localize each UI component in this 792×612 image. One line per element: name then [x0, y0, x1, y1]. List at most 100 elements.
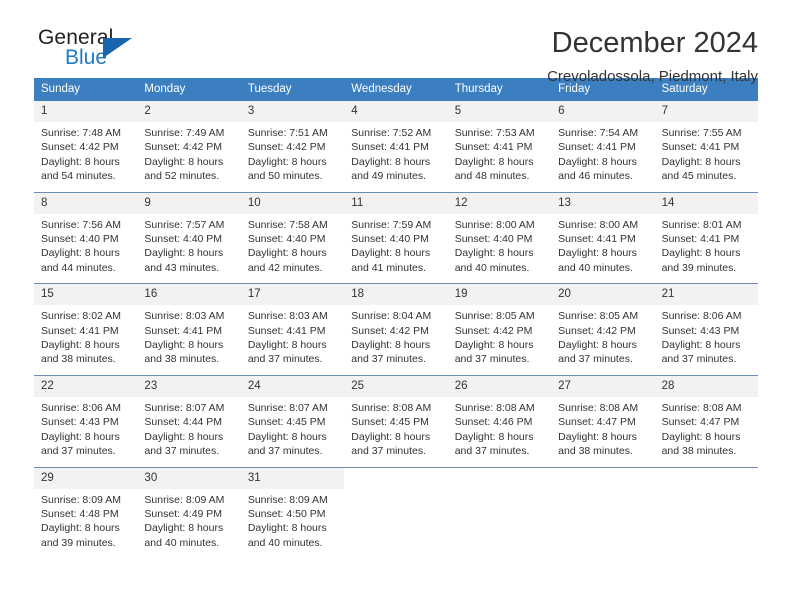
sunset-text: Sunset: 4:43 PM: [661, 324, 740, 337]
sunrise-text: Sunrise: 8:09 AM: [41, 493, 121, 506]
calendar-day-cell[interactable]: 18 Sunrise: 8:04 AM Sunset: 4:42 PM Dayligh…: [344, 284, 448, 367]
calendar-day-cell-empty: [447, 467, 552, 551]
weekday-tuesday: Tuesday: [247, 83, 292, 95]
daylight-text-line1: Daylight: 8 hours: [41, 522, 120, 535]
sunrise-text: Sunrise: 8:07 AM: [144, 401, 225, 414]
sunset-text: Sunset: 4:42 PM: [41, 141, 119, 154]
calendar-day-cell[interactable]: 16 Sunrise: 8:03 AM Sunset: 4:41 PM Dayligh…: [137, 284, 241, 367]
calendar-day-cell[interactable]: 5 Sunrise: 7:53 AM Sunset: 4:41 PM Daylight…: [447, 101, 552, 184]
day-number: 3: [240, 101, 345, 122]
sunset-text: Sunset: 4:41 PM: [247, 324, 326, 337]
calendar-week-row: 8 Sunrise: 7:56 AM Sunset: 4:40 PM Daylight…: [34, 191, 758, 276]
sunrise-text: Sunrise: 8:09 AM: [144, 493, 225, 506]
sunrise-text: Sunrise: 7:52 AM: [351, 127, 432, 139]
calendar-day-cell[interactable]: 30 Sunrise: 8:09 AM Sunset: 4:49 PM Dayligh…: [137, 467, 241, 551]
calendar-day-cell[interactable]: 7 Sunrise: 7:55 AM Sunset: 4:41 PM Daylight…: [654, 101, 758, 184]
day-number: [551, 467, 655, 489]
daylight-text-line1: Daylight: 8 hours: [247, 155, 327, 168]
weekday-saturday: Saturday: [661, 83, 708, 95]
calendar-day-cell[interactable]: 23 Sunrise: 8:07 AM Sunset: 4:44 PM Dayligh…: [137, 375, 241, 459]
sunset-text: Sunset: 4:47 PM: [661, 416, 740, 429]
daylight-text-line1: Daylight: 8 hours: [144, 430, 224, 443]
sunrise-text: Sunrise: 8:00 AM: [558, 218, 639, 231]
calendar-day-cell[interactable]: 20 Sunrise: 8:05 AM Sunset: 4:42 PM Dayligh…: [551, 284, 655, 367]
calendar-day-cell[interactable]: 12 Sunrise: 8:00 AM Sunset: 4:40 PM Dayligh…: [447, 192, 552, 276]
calendar-day-cell[interactable]: 3 Sunrise: 7:51 AM Sunset: 4:42 PM Daylight…: [240, 101, 345, 184]
sunset-text: Sunset: 4:41 PM: [351, 141, 429, 154]
sunrise-text: Sunrise: 8:03 AM: [247, 310, 328, 323]
sunrise-text: Sunrise: 8:08 AM: [454, 401, 535, 414]
calendar-day-cell[interactable]: 2 Sunrise: 7:49 AM Sunset: 4:42 PM Daylight…: [137, 101, 241, 184]
daylight-text-line1: Daylight: 8 hours: [454, 247, 534, 260]
sunrise-text: Sunrise: 7:48 AM: [41, 127, 121, 139]
day-number: 27: [551, 375, 655, 397]
calendar-day-cell[interactable]: 28 Sunrise: 8:08 AM Sunset: 4:47 PM Dayligh…: [654, 375, 758, 459]
sunset-text: Sunset: 4:41 PM: [558, 141, 636, 154]
calendar-week-row: 22 Sunrise: 8:06 AM Sunset: 4:43 PM Dayligh…: [34, 374, 758, 459]
daylight-text-line1: Daylight: 8 hours: [661, 339, 741, 352]
sunrise-text: Sunrise: 7:56 AM: [41, 218, 121, 231]
day-number: 19: [447, 284, 552, 306]
daylight-text-line2: and 38 minutes.: [558, 445, 633, 458]
calendar-day-cell[interactable]: 31 Sunrise: 8:09 AM Sunset: 4:50 PM Dayligh…: [240, 467, 345, 551]
sunset-text: Sunset: 4:40 PM: [41, 233, 119, 246]
calendar-day-cell[interactable]: 6 Sunrise: 7:54 AM Sunset: 4:41 PM Daylight…: [551, 101, 655, 184]
sunrise-text: Sunrise: 7:57 AM: [144, 218, 225, 231]
calendar-day-cell[interactable]: 29 Sunrise: 8:09 AM Sunset: 4:48 PM Dayligh…: [34, 467, 138, 551]
daylight-text-line1: Daylight: 8 hours: [661, 430, 741, 443]
calendar-day-cell[interactable]: 1 Sunrise: 7:48 AM Sunset: 4:42 PM Daylight…: [34, 101, 138, 184]
calendar-day-cell[interactable]: 21 Sunrise: 8:06 AM Sunset: 4:43 PM Dayligh…: [654, 284, 758, 367]
sunset-text: Sunset: 4:41 PM: [454, 141, 533, 154]
sunrise-text: Sunrise: 8:02 AM: [41, 310, 121, 323]
calendar-day-cell[interactable]: 22 Sunrise: 8:06 AM Sunset: 4:43 PM Dayligh…: [34, 375, 138, 459]
day-details: Sunrise: 8:06 AM Sunset: 4:43 PM Daylight:…: [655, 305, 758, 367]
page-title: December 2024: [551, 27, 758, 59]
day-details: Sunrise: 7:51 AM Sunset: 4:42 PM Daylight:…: [241, 122, 344, 184]
calendar-day-cell[interactable]: 4 Sunrise: 7:52 AM Sunset: 4:41 PM Daylight…: [344, 101, 448, 184]
calendar-day-cell[interactable]: 10 Sunrise: 7:58 AM Sunset: 4:40 PM Dayligh…: [240, 192, 345, 276]
sunrise-text: Sunrise: 8:08 AM: [661, 401, 742, 414]
day-details: Sunrise: 7:55 AM Sunset: 4:41 PM Daylight:…: [655, 122, 758, 184]
daylight-text-line1: Daylight: 8 hours: [247, 430, 327, 443]
day-details: Sunrise: 8:08 AM Sunset: 4:46 PM Daylight:…: [448, 397, 551, 459]
day-number: 12: [447, 192, 552, 214]
day-number: 8: [34, 192, 138, 214]
brand-logo[interactable]: General Blue: [34, 26, 184, 76]
calendar-day-cell[interactable]: 24 Sunrise: 8:07 AM Sunset: 4:45 PM Dayligh…: [240, 375, 345, 459]
daylight-text-line2: and 38 minutes.: [41, 353, 116, 366]
day-number: 4: [344, 101, 448, 122]
weekday-thursday: Thursday: [454, 83, 503, 95]
weekday-header-row: Sunday Monday Tuesday Wednesday Thursday…: [34, 78, 758, 101]
calendar-day-cell[interactable]: 11 Sunrise: 7:59 AM Sunset: 4:40 PM Dayligh…: [344, 192, 448, 276]
daylight-text-line1: Daylight: 8 hours: [144, 247, 224, 260]
calendar-week-row: 1 Sunrise: 7:48 AM Sunset: 4:42 PM Daylight…: [34, 101, 758, 184]
sunset-text: Sunset: 4:50 PM: [247, 507, 326, 520]
sunrise-text: Sunrise: 7:54 AM: [558, 127, 639, 139]
day-details: Sunrise: 8:08 AM Sunset: 4:47 PM Daylight:…: [655, 397, 758, 459]
daylight-text-line2: and 37 minutes.: [661, 353, 737, 366]
calendar-day-cell[interactable]: 8 Sunrise: 7:56 AM Sunset: 4:40 PM Daylight…: [34, 192, 138, 276]
day-number: 28: [654, 375, 758, 397]
sunrise-text: Sunrise: 7:58 AM: [247, 218, 328, 231]
calendar-day-cell[interactable]: 17 Sunrise: 8:03 AM Sunset: 4:41 PM Dayligh…: [240, 284, 345, 367]
daylight-text-line1: Daylight: 8 hours: [247, 522, 327, 535]
calendar-day-cell[interactable]: 15 Sunrise: 8:02 AM Sunset: 4:41 PM Dayligh…: [34, 284, 138, 367]
daylight-text-line1: Daylight: 8 hours: [454, 339, 534, 352]
calendar-day-cell[interactable]: 27 Sunrise: 8:08 AM Sunset: 4:47 PM Dayligh…: [551, 375, 655, 459]
calendar-day-cell[interactable]: 13 Sunrise: 8:00 AM Sunset: 4:41 PM Dayligh…: [551, 192, 655, 276]
sunset-text: Sunset: 4:40 PM: [144, 233, 223, 246]
day-details: Sunrise: 8:04 AM Sunset: 4:42 PM Daylight:…: [344, 305, 447, 367]
sunrise-text: Sunrise: 7:49 AM: [144, 127, 225, 139]
calendar-day-cell-empty: [344, 467, 448, 551]
calendar-day-cell[interactable]: 9 Sunrise: 7:57 AM Sunset: 4:40 PM Daylight…: [137, 192, 241, 276]
day-number: 11: [344, 192, 448, 214]
calendar-week-row: 15 Sunrise: 8:02 AM Sunset: 4:41 PM Dayligh…: [34, 283, 758, 367]
sunset-text: Sunset: 4:42 PM: [247, 141, 326, 154]
calendar-day-cell-empty: [654, 467, 758, 551]
calendar-day-cell[interactable]: 19 Sunrise: 8:05 AM Sunset: 4:42 PM Dayligh…: [447, 284, 552, 367]
calendar-day-cell[interactable]: 26 Sunrise: 8:08 AM Sunset: 4:46 PM Dayligh…: [447, 375, 552, 459]
calendar-day-cell[interactable]: 14 Sunrise: 8:01 AM Sunset: 4:41 PM Dayligh…: [654, 192, 758, 276]
daylight-text-line1: Daylight: 8 hours: [558, 247, 637, 260]
calendar-day-cell[interactable]: 25 Sunrise: 8:08 AM Sunset: 4:45 PM Dayligh…: [344, 375, 448, 459]
weekday-sunday: Sunday: [41, 83, 81, 95]
